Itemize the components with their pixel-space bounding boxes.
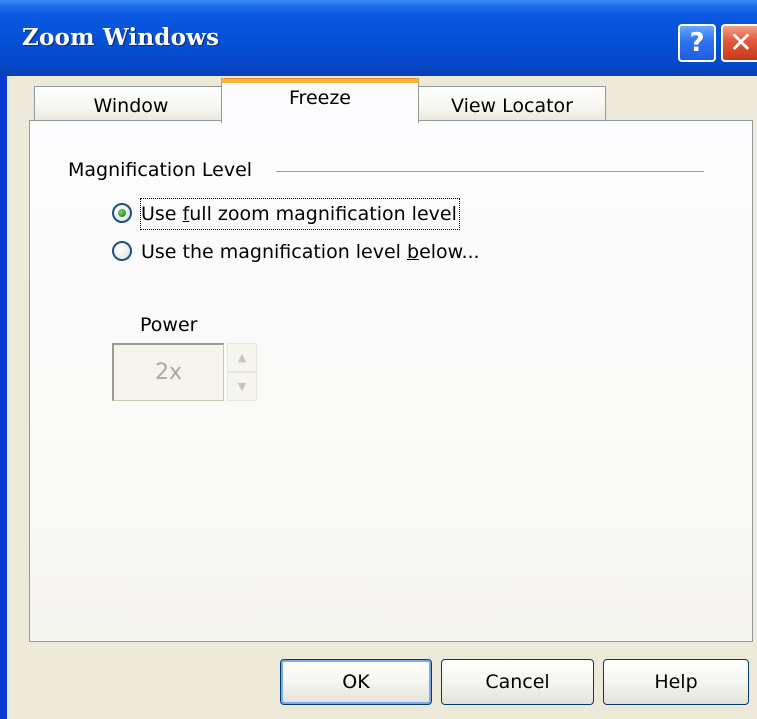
- group-divider: [276, 171, 704, 172]
- tab-window[interactable]: Window: [34, 86, 228, 121]
- radio-checked-dot: [118, 209, 126, 217]
- cancel-button[interactable]: Cancel: [441, 659, 594, 705]
- power-spinner[interactable]: ▲ ▼: [227, 343, 257, 401]
- radio-full-zoom-label[interactable]: Use full zoom magnification level: [140, 198, 460, 230]
- help-button[interactable]: Help: [603, 659, 749, 705]
- tab-freeze-label: Freeze: [289, 87, 351, 109]
- ok-button[interactable]: OK: [280, 659, 432, 705]
- down-arrow-icon[interactable]: ▼: [227, 372, 257, 401]
- window-title: Zoom Windows: [22, 24, 220, 51]
- up-arrow-icon[interactable]: ▲: [227, 343, 257, 372]
- tab-view-locator[interactable]: View Locator: [418, 86, 606, 121]
- dialog-client-area: Window View Locator Freeze Magnification…: [7, 76, 757, 719]
- selected-tab-highlight: [221, 78, 419, 83]
- power-input[interactable]: 2x: [112, 343, 224, 401]
- close-button[interactable]: ✕: [721, 24, 757, 62]
- radio-button-icon[interactable]: [112, 203, 132, 223]
- question-mark-icon: ?: [689, 28, 705, 58]
- power-label: Power: [140, 314, 198, 336]
- zoom-windows-dialog: Zoom Windows ? ✕ Window View Locator Fre…: [0, 0, 757, 719]
- radio-magnification-below-label[interactable]: Use the magnification level below...: [141, 237, 480, 267]
- tab-freeze[interactable]: Freeze: [221, 78, 419, 123]
- close-x-icon: ✕: [729, 26, 753, 59]
- group-label-magnification: Magnification Level: [68, 159, 253, 181]
- title-bar[interactable]: Zoom Windows ? ✕: [0, 0, 757, 76]
- tab-panel-freeze: Magnification Level Use full zoom magnif…: [29, 120, 753, 642]
- radio-button-icon[interactable]: [112, 241, 132, 261]
- help-title-button[interactable]: ?: [678, 24, 716, 62]
